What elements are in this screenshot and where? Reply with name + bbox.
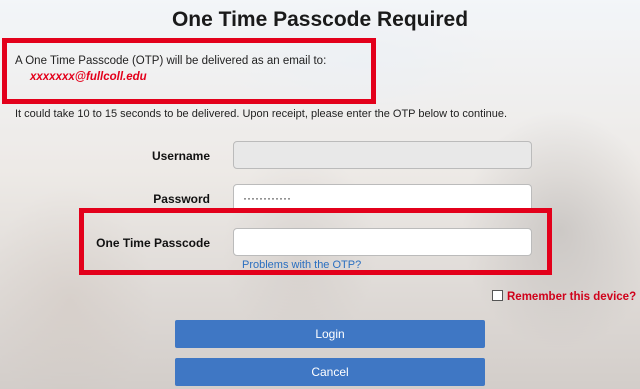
cancel-button[interactable]: Cancel — [175, 358, 485, 386]
otp-help-link[interactable]: Problems with the OTP? — [242, 259, 361, 271]
delivery-instructions: It could take 10 to 15 seconds to be del… — [15, 108, 508, 120]
login-button[interactable]: Login — [175, 320, 485, 348]
remember-device-label: Remember this device? — [507, 291, 637, 303]
otp-input[interactable] — [233, 228, 532, 256]
password-label: Password — [153, 192, 210, 206]
otp-page: One Time Passcode Required A One Time Pa… — [0, 0, 640, 389]
delivery-email: xxxxxxx@fullcoll.edu — [30, 71, 147, 83]
remember-device-checkbox[interactable] — [492, 290, 503, 301]
username-label: Username — [151, 149, 210, 163]
page-title: One Time Passcode Required — [171, 8, 469, 31]
otp-label: One Time Passcode — [96, 236, 210, 250]
remember-device[interactable]: Remember this device? — [492, 290, 636, 303]
username-field[interactable] — [233, 141, 532, 169]
otp-delivery-notice: A One Time Passcode (OTP) will be delive… — [15, 55, 327, 67]
